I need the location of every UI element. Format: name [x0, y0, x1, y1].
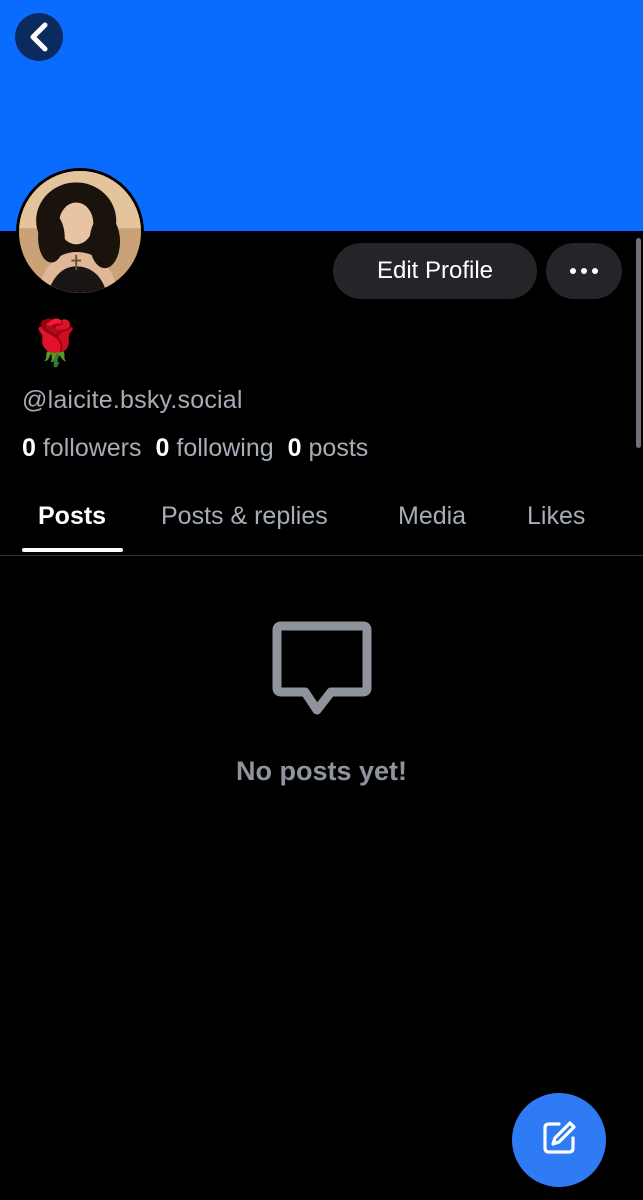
tab-media[interactable]: Media — [398, 502, 466, 531]
avatar[interactable] — [16, 168, 144, 296]
followers-stat[interactable]: 0 followers — [22, 434, 142, 462]
posts-count: 0 — [287, 434, 302, 462]
followers-count: 0 — [22, 434, 36, 462]
active-tab-indicator — [22, 548, 123, 552]
posts-label: posts — [308, 434, 369, 462]
compose-icon — [539, 1118, 579, 1163]
back-button[interactable] — [15, 13, 63, 61]
chevron-left-icon — [27, 22, 51, 52]
tab-posts-replies[interactable]: Posts & replies — [161, 502, 328, 531]
posts-stat: 0 posts — [288, 434, 369, 462]
edit-profile-button[interactable]: Edit Profile — [333, 243, 537, 299]
display-name: 🌹 — [28, 319, 83, 368]
more-horizontal-icon — [570, 268, 576, 274]
profile-stats: 0 followers 0 following 0 posts — [22, 434, 368, 463]
following-count: 0 — [155, 434, 170, 462]
profile-handle: @laicite.bsky.social — [22, 386, 243, 414]
empty-feed-message: No posts yet! — [235, 756, 408, 786]
profile-screen: Edit Profile 🌹 @laicite.bsky.social 0 fo… — [0, 0, 643, 1200]
tab-posts[interactable]: Posts — [38, 502, 106, 531]
following-stat[interactable]: 0 following — [156, 434, 274, 462]
tab-likes[interactable]: Likes — [527, 502, 585, 531]
profile-tabs: Posts Posts & replies Media Likes — [0, 490, 643, 556]
message-square-icon — [271, 618, 373, 720]
compose-button[interactable] — [512, 1093, 606, 1187]
scrollbar[interactable] — [636, 238, 641, 448]
following-label: following — [176, 434, 274, 462]
more-options-button[interactable] — [546, 243, 622, 299]
followers-label: followers — [42, 434, 142, 462]
